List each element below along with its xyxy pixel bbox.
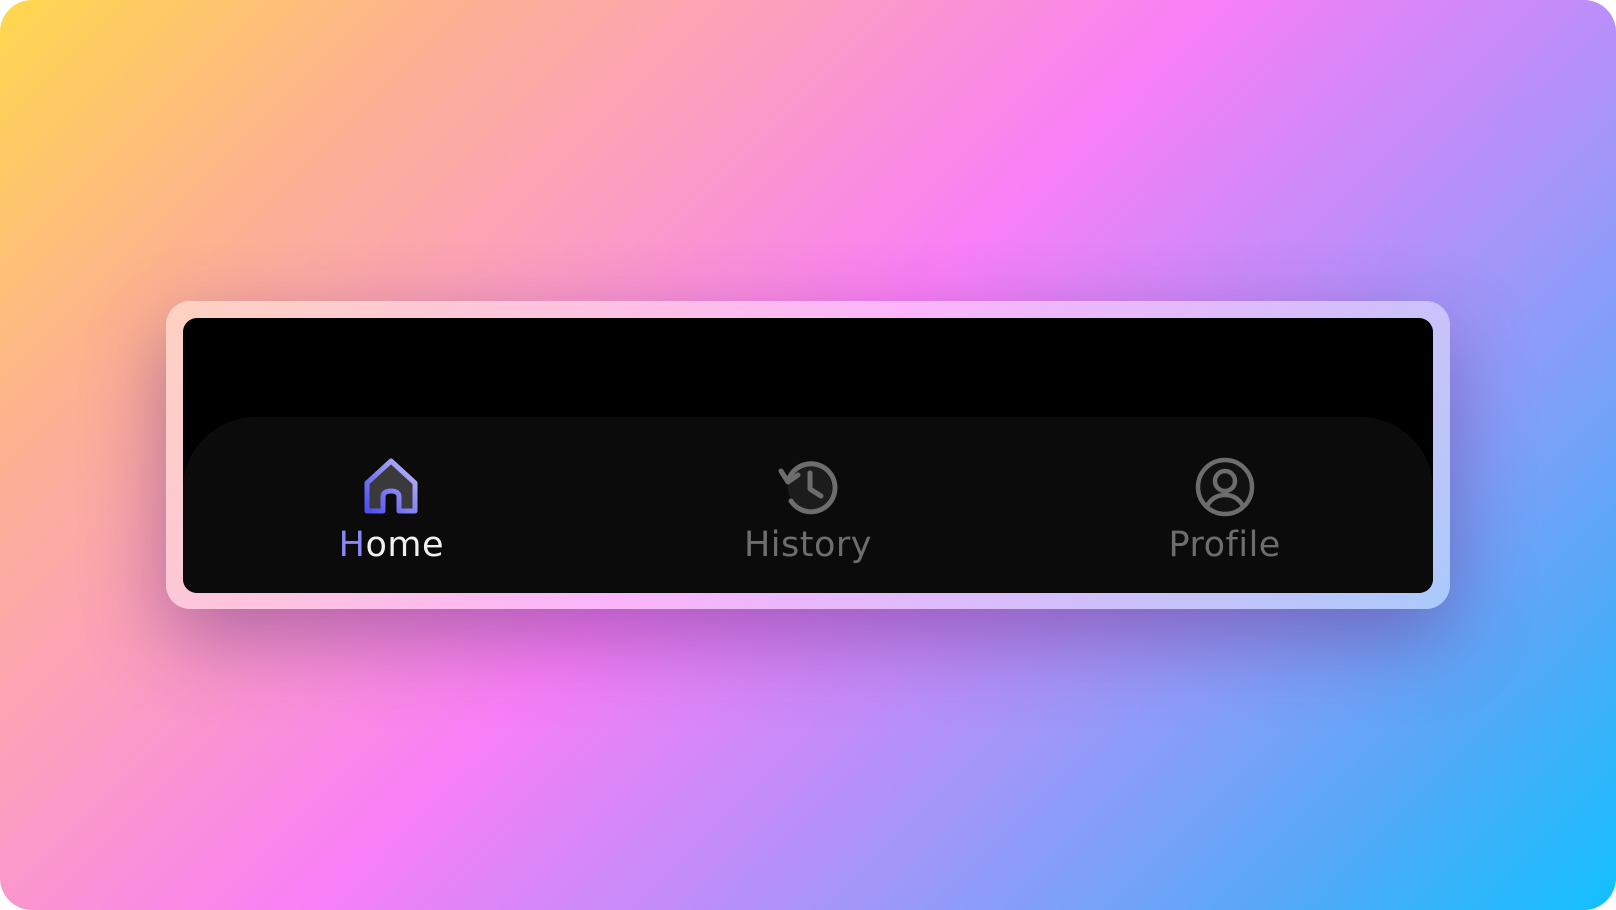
tab-history[interactable]: History bbox=[600, 417, 1017, 593]
tab-history-label: History bbox=[743, 525, 873, 565]
history-icon bbox=[776, 455, 840, 519]
tab-profile-label: Profile bbox=[1168, 525, 1281, 565]
bottom-navigation-bar: Home History Profile bbox=[183, 417, 1433, 593]
gradient-background: Home History Profile bbox=[0, 0, 1616, 910]
profile-icon bbox=[1193, 455, 1257, 519]
tab-home-label: Home bbox=[338, 525, 445, 565]
app-screen: Home History Profile bbox=[183, 318, 1433, 593]
home-icon bbox=[359, 455, 423, 519]
tab-home[interactable]: Home bbox=[183, 417, 600, 593]
tab-profile[interactable]: Profile bbox=[1016, 417, 1433, 593]
